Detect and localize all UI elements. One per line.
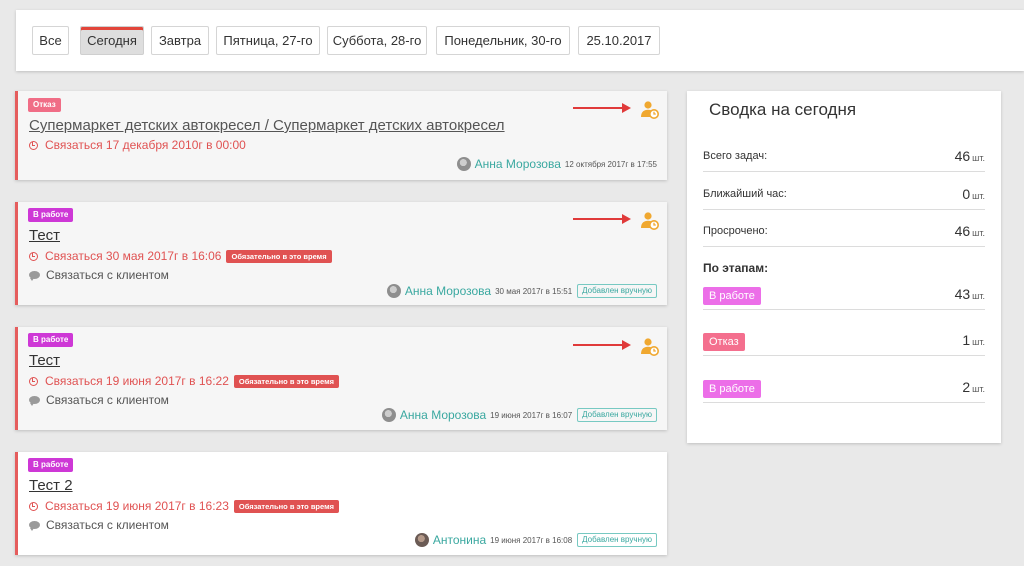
comment-text: Связаться с клиентом	[46, 518, 169, 532]
task-title-link[interactable]: Тест	[29, 352, 60, 369]
comment-text: Связаться с клиентом	[46, 268, 169, 282]
author-name-link[interactable]: Антонина	[433, 533, 486, 547]
task-title-link[interactable]: Тест 2	[29, 477, 73, 494]
clock-icon	[29, 140, 38, 150]
comment-text: Связаться с клиентом	[46, 393, 169, 407]
stage-value: 43 шт.	[954, 286, 985, 302]
comment-icon	[29, 396, 40, 406]
status-badge: Отказ	[28, 98, 61, 112]
due-line: Связаться 30 мая 2017г в 16:06 Обязатель…	[29, 249, 332, 263]
clock-icon	[29, 501, 38, 511]
task-card[interactable]: В работе Тест Связаться 19 июня 2017г в …	[15, 327, 667, 430]
task-card[interactable]: Отказ Супермаркет детских автокресел / С…	[15, 91, 667, 180]
summary-label: Ближайший час:	[703, 188, 787, 200]
filter-all-button[interactable]: Все	[32, 26, 69, 55]
required-time-badge: Обязательно в это время	[233, 374, 340, 388]
stage-row[interactable]: Отказ 1 шт.	[703, 328, 985, 356]
stages-heading: По этапам:	[703, 261, 769, 275]
comment-icon	[29, 521, 40, 531]
user-clock-icon[interactable]	[640, 100, 660, 120]
author-line: Анна Морозова 12 октября 2017г в 17:55	[456, 157, 657, 171]
author-name-link[interactable]: Анна Морозова	[400, 408, 486, 422]
task-title-link[interactable]: Тест	[29, 227, 60, 244]
filter-saturday-button[interactable]: Суббота, 28-го	[327, 26, 427, 55]
due-text: Связаться 19 июня 2017г в 16:22	[45, 374, 229, 388]
filter-tomorrow-button[interactable]: Завтра	[151, 26, 209, 55]
comment-line: Связаться с клиентом	[29, 393, 169, 407]
status-badge: В работе	[28, 333, 74, 347]
manual-tag: Добавлен вручную	[577, 284, 657, 298]
summary-value: 0 шт.	[962, 186, 985, 202]
due-line: Связаться 19 июня 2017г в 16:22 Обязател…	[29, 374, 340, 388]
manual-tag: Добавлен вручную	[577, 533, 657, 547]
created-date: 12 октября 2017г в 17:55	[564, 159, 657, 169]
due-text: Связаться 19 июня 2017г в 16:23	[45, 499, 229, 513]
red-arrow	[573, 214, 631, 224]
task-card[interactable]: В работе Тест 2 Связаться 19 июня 2017г …	[15, 452, 667, 555]
filter-date-button[interactable]: 25.10.2017	[578, 26, 660, 55]
due-text: Связаться 30 мая 2017г в 16:06	[45, 249, 222, 263]
filter-monday-button[interactable]: Понедельник, 30-го	[436, 26, 570, 55]
summary-value: 46 шт.	[954, 223, 985, 239]
author-name-link[interactable]: Анна Морозова	[405, 284, 491, 298]
status-badge: В работе	[28, 208, 74, 222]
comment-line: Связаться с клиентом	[29, 268, 169, 282]
date-filter-bar: Все Сегодня Завтра Пятница, 27-го Суббот…	[16, 10, 1024, 71]
created-date: 19 июня 2017г в 16:08	[490, 535, 573, 545]
task-card[interactable]: В работе Тест Связаться 30 мая 2017г в 1…	[15, 202, 667, 305]
stage-row[interactable]: В работе 2 шт.	[703, 375, 985, 403]
status-badge: В работе	[28, 458, 74, 472]
stage-badge[interactable]: В работе	[703, 287, 761, 305]
created-date: 30 мая 2017г в 15:51	[495, 286, 573, 296]
manual-tag: Добавлен вручную	[577, 408, 657, 422]
due-text: Связаться 17 декабря 2010г в 00:00	[45, 138, 246, 152]
summary-panel: Сводка на сегодня Всего задач: 46 шт. Бли…	[687, 91, 1001, 443]
due-line: Связаться 19 июня 2017г в 16:23 Обязател…	[29, 499, 340, 513]
summary-label: Просрочено:	[703, 225, 768, 237]
due-line: Связаться 17 декабря 2010г в 00:00	[29, 138, 246, 152]
user-clock-icon[interactable]	[640, 211, 660, 231]
summary-row-overdue: Просрочено: 46 шт.	[703, 219, 985, 247]
avatar	[456, 157, 471, 171]
stage-value: 1 шт.	[962, 332, 985, 348]
comment-icon	[29, 271, 40, 281]
required-time-badge: Обязательно в это время	[226, 249, 332, 263]
task-title-link[interactable]: Супермаркет детских автокресел / Суперма…	[29, 117, 519, 134]
summary-row-total: Всего задач: 46 шт.	[703, 144, 985, 172]
summary-label: Всего задач:	[703, 150, 768, 162]
author-name-link[interactable]: Анна Морозова	[475, 157, 561, 171]
stage-row[interactable]: В работе 43 шт.	[703, 282, 985, 310]
comment-line: Связаться с клиентом	[29, 518, 169, 532]
clock-icon	[29, 251, 38, 261]
clock-icon	[29, 376, 38, 386]
avatar	[386, 284, 401, 298]
filter-today-button[interactable]: Сегодня	[80, 26, 144, 55]
summary-value: 46 шт.	[954, 148, 985, 164]
author-line: Антонина 19 июня 2017г в 16:08 Добавлен …	[414, 533, 657, 547]
summary-row-next-hour: Ближайший час: 0 шт.	[703, 182, 985, 210]
author-line: Анна Морозова 19 июня 2017г в 16:07 Доба…	[381, 408, 657, 422]
created-date: 19 июня 2017г в 16:07	[490, 410, 573, 420]
stage-badge[interactable]: Отказ	[703, 333, 745, 351]
stage-value: 2 шт.	[962, 379, 985, 395]
stage-badge[interactable]: В работе	[703, 380, 761, 398]
summary-title: Сводка на сегодня	[709, 100, 857, 119]
filter-friday-button[interactable]: Пятница, 27-го	[216, 26, 320, 55]
author-line: Анна Морозова 30 мая 2017г в 15:51 Добав…	[386, 284, 657, 298]
avatar	[381, 408, 396, 422]
red-arrow	[573, 340, 631, 350]
red-arrow	[573, 103, 631, 113]
avatar	[414, 533, 429, 547]
required-time-badge: Обязательно в это время	[233, 499, 340, 513]
user-clock-icon[interactable]	[640, 337, 660, 357]
